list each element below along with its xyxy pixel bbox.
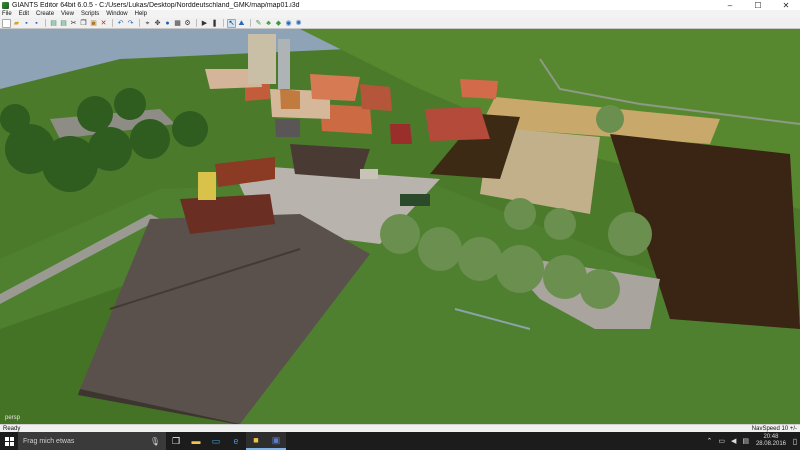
pause-icon[interactable]: ❚: [210, 19, 219, 28]
status-bar: Ready NavSpeed 10 +/-: [0, 424, 800, 432]
save-as-icon[interactable]: ▪: [32, 19, 41, 28]
store-icon[interactable]: ▭: [206, 432, 226, 450]
menu-bar: File Edit Create View Scripts Window Hel…: [0, 10, 800, 18]
grid-icon[interactable]: ▦: [173, 19, 182, 28]
menu-view[interactable]: View: [61, 11, 74, 17]
copy-icon[interactable]: ❐: [79, 19, 88, 28]
notification-icon[interactable]: ▯: [790, 432, 800, 450]
scene-render: [0, 29, 800, 424]
clock[interactable]: 20:48 28.08.2016: [756, 434, 786, 448]
menu-scripts[interactable]: Scripts: [81, 11, 99, 17]
3d-viewport[interactable]: persp: [0, 29, 800, 424]
microphone-icon[interactable]: 🎙: [150, 437, 160, 446]
toolbar-separator: [112, 19, 113, 27]
file-explorer-icon[interactable]: ▬: [186, 432, 206, 450]
settings-icon[interactable]: ⚙: [183, 19, 192, 28]
title-bar: GIANTS Editor 64bit 6.0.5 - C:/Users/Luk…: [0, 0, 800, 10]
new-file-icon[interactable]: [2, 18, 11, 28]
menu-create[interactable]: Create: [36, 11, 54, 17]
network-icon[interactable]: ▭: [718, 437, 725, 445]
delete-icon[interactable]: ✕: [99, 19, 108, 28]
shader-icon[interactable]: ◉: [284, 19, 293, 28]
import-icon[interactable]: ▤: [49, 19, 58, 28]
task-view-icon[interactable]: ❐: [166, 432, 186, 450]
open-icon[interactable]: ▰: [12, 19, 21, 28]
menu-help[interactable]: Help: [135, 11, 147, 17]
select-mode-icon[interactable]: ↖: [227, 18, 236, 28]
export-icon[interactable]: ▤: [59, 19, 68, 28]
maximize-button[interactable]: ☐: [744, 0, 772, 10]
chevron-up-icon[interactable]: ⌃: [706, 437, 712, 445]
cortana-search-box[interactable]: Frag mich etwas 🎙: [18, 432, 166, 450]
toolbar-separator: [223, 19, 224, 27]
search-placeholder: Frag mich etwas: [23, 437, 75, 445]
redo-icon[interactable]: ↷: [126, 19, 135, 28]
toolbar: ▰ ▪ ▪ ▤ ▤ ✂ ❐ ▣ ✕ ↶ ↷ ⌖ ✥ ● ▦ ⚙ ▶ ❚ ↖ ⛰ …: [0, 18, 800, 29]
silo: [198, 172, 216, 200]
close-button[interactable]: ✕: [772, 0, 800, 10]
undo-icon[interactable]: ↶: [116, 19, 125, 28]
edge-icon[interactable]: e: [226, 432, 246, 450]
windows-taskbar: Frag mich etwas 🎙 ❐ ▬ ▭ e ■ ▣ ⌃ ▭ ◀ ▤ 20…: [0, 432, 800, 450]
toolbar-separator: [250, 19, 251, 27]
toolbar-separator: [139, 19, 140, 27]
clock-date: 28.08.2016: [755, 441, 786, 447]
keyboard-icon[interactable]: ▤: [742, 437, 749, 445]
folder-icon[interactable]: ■: [246, 432, 266, 450]
menu-file[interactable]: File: [2, 11, 12, 17]
system-tray: ⌃ ▭ ◀ ▤ 20:48 28.08.2016 ▯: [703, 432, 800, 450]
minimize-button[interactable]: –: [716, 0, 744, 10]
foliage-icon[interactable]: ♣: [264, 19, 273, 28]
light-icon[interactable]: ✺: [294, 19, 303, 28]
clock-time: 20:48: [763, 434, 779, 440]
save-icon[interactable]: ▪: [22, 19, 31, 28]
cut-icon[interactable]: ✂: [69, 19, 78, 28]
play-icon[interactable]: ▶: [200, 19, 209, 28]
paint-icon[interactable]: ✎: [254, 19, 263, 28]
window-title: GIANTS Editor 64bit 6.0.5 - C:/Users/Luk…: [12, 1, 300, 9]
nav-speed: NavSpeed 10 +/-: [751, 425, 797, 432]
status-text: Ready: [3, 425, 21, 432]
menu-edit[interactable]: Edit: [19, 11, 29, 17]
terrain-mode-icon[interactable]: ⛰: [237, 19, 246, 28]
giants-app-icon: [2, 1, 9, 9]
menu-window[interactable]: Window: [106, 11, 127, 17]
toolbar-separator: [45, 19, 46, 27]
start-button[interactable]: [0, 432, 18, 450]
select-icon[interactable]: ⌖: [143, 19, 152, 28]
volume-icon[interactable]: ◀: [731, 437, 736, 445]
giants-editor-taskbar-icon[interactable]: ▣: [266, 432, 286, 450]
paste-icon[interactable]: ▣: [89, 19, 98, 28]
camera-label: persp: [5, 415, 21, 421]
windows-logo-icon: [4, 436, 14, 446]
move-icon[interactable]: ✥: [153, 19, 162, 28]
decal-icon[interactable]: ◆: [274, 19, 283, 28]
info-icon[interactable]: ●: [163, 19, 172, 28]
toolbar-separator: [196, 19, 197, 27]
